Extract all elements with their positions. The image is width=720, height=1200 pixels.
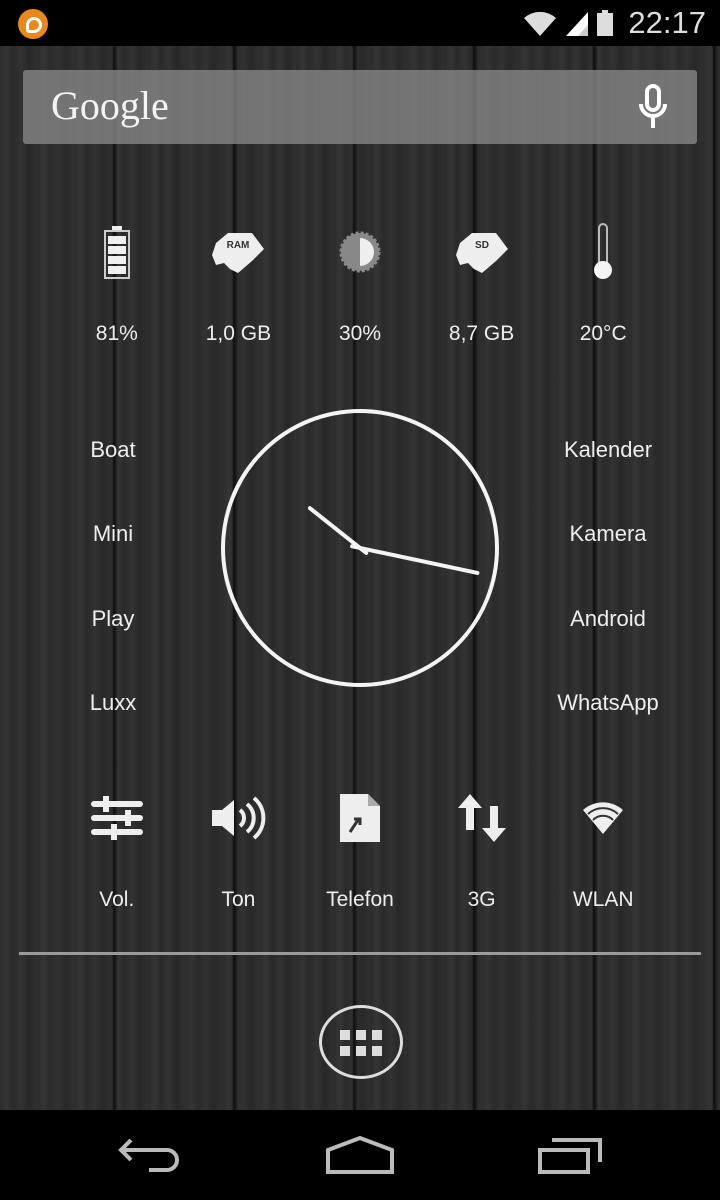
wlan-toggle[interactable]: WLAN: [542, 786, 664, 912]
app-shortcut-boat[interactable]: Boat: [33, 437, 193, 463]
app-shortcut-kamera[interactable]: Kamera: [528, 521, 688, 547]
google-search-bar[interactable]: Google: [23, 70, 697, 144]
phone-shortcut[interactable]: Telefon: [299, 786, 421, 912]
app-shortcut-luxx[interactable]: Luxx: [33, 690, 193, 716]
toggle-label: 3G: [467, 888, 496, 911]
wifi-icon: [524, 11, 557, 36]
battery-icon: [597, 10, 614, 36]
sd-widget[interactable]: SD 8,7 GB: [421, 220, 543, 346]
sd-free: 8,7 GB: [448, 322, 515, 345]
speaker-icon: [212, 796, 266, 840]
app-drawer-icon: [340, 1030, 382, 1056]
app-drawer-button[interactable]: [319, 1005, 403, 1079]
minute-hand: [350, 544, 480, 575]
svg-text:SD: SD: [475, 240, 489, 251]
ram-chip-icon: RAM: [212, 233, 265, 273]
app-shortcut-play[interactable]: Play: [33, 606, 193, 632]
battery-level: 81%: [95, 322, 138, 345]
ram-widget[interactable]: RAM 1,0 GB: [178, 220, 300, 346]
app-shortcut-kalender[interactable]: Kalender: [528, 437, 688, 463]
home-icon[interactable]: [324, 1136, 396, 1176]
temperature: 20°C: [579, 322, 627, 345]
app-shortcut-whatsapp[interactable]: WhatsApp: [528, 690, 688, 716]
back-icon[interactable]: [115, 1136, 185, 1176]
brightness-widget[interactable]: 30%: [299, 220, 421, 346]
navigation-bar: [0, 1110, 720, 1200]
mobile-data-toggle[interactable]: 3G: [421, 786, 543, 912]
google-logo: Google: [51, 83, 169, 128]
battery-icon: [103, 226, 130, 279]
sound-toggle[interactable]: Ton: [178, 786, 300, 912]
sd-chip-icon: SD: [455, 233, 508, 273]
sliders-icon: [90, 796, 143, 840]
system-widgets-row: 81% RAM 1,0 GB 30% SD 8,7 GB 20°C: [56, 220, 664, 346]
toggle-label: WLAN: [572, 888, 634, 911]
temperature-widget[interactable]: 20°C: [542, 220, 664, 346]
toggle-label: Ton: [221, 888, 256, 911]
recents-icon[interactable]: [536, 1136, 606, 1176]
cell-signal-icon: [566, 12, 589, 36]
battery-widget[interactable]: 81%: [56, 220, 178, 346]
data-arrows-icon: [457, 794, 506, 842]
wifi-icon: [583, 802, 624, 834]
status-bar[interactable]: 22:17: [0, 0, 720, 46]
file-shortcut-icon: [339, 794, 380, 842]
svg-text:RAM: RAM: [227, 240, 250, 251]
dock-divider: [19, 952, 701, 955]
ram-free: 1,0 GB: [205, 322, 272, 345]
app-shortcut-android[interactable]: Android: [528, 606, 688, 632]
toggle-label: Vol.: [99, 888, 135, 911]
toggle-label: Telefon: [326, 888, 394, 911]
brightness-icon: [339, 231, 381, 273]
analog-clock[interactable]: [218, 407, 502, 691]
toggles-row: Vol. Ton Telefon 3G WLAN: [56, 786, 664, 912]
app-notification-icon: [18, 9, 48, 39]
thermometer-icon: [594, 223, 613, 279]
volume-toggle[interactable]: Vol.: [56, 786, 178, 912]
clock-time: 22:17: [628, 5, 706, 40]
brightness-level: 30%: [338, 322, 381, 345]
microphone-icon[interactable]: [637, 84, 669, 130]
app-shortcut-mini[interactable]: Mini: [33, 521, 193, 547]
